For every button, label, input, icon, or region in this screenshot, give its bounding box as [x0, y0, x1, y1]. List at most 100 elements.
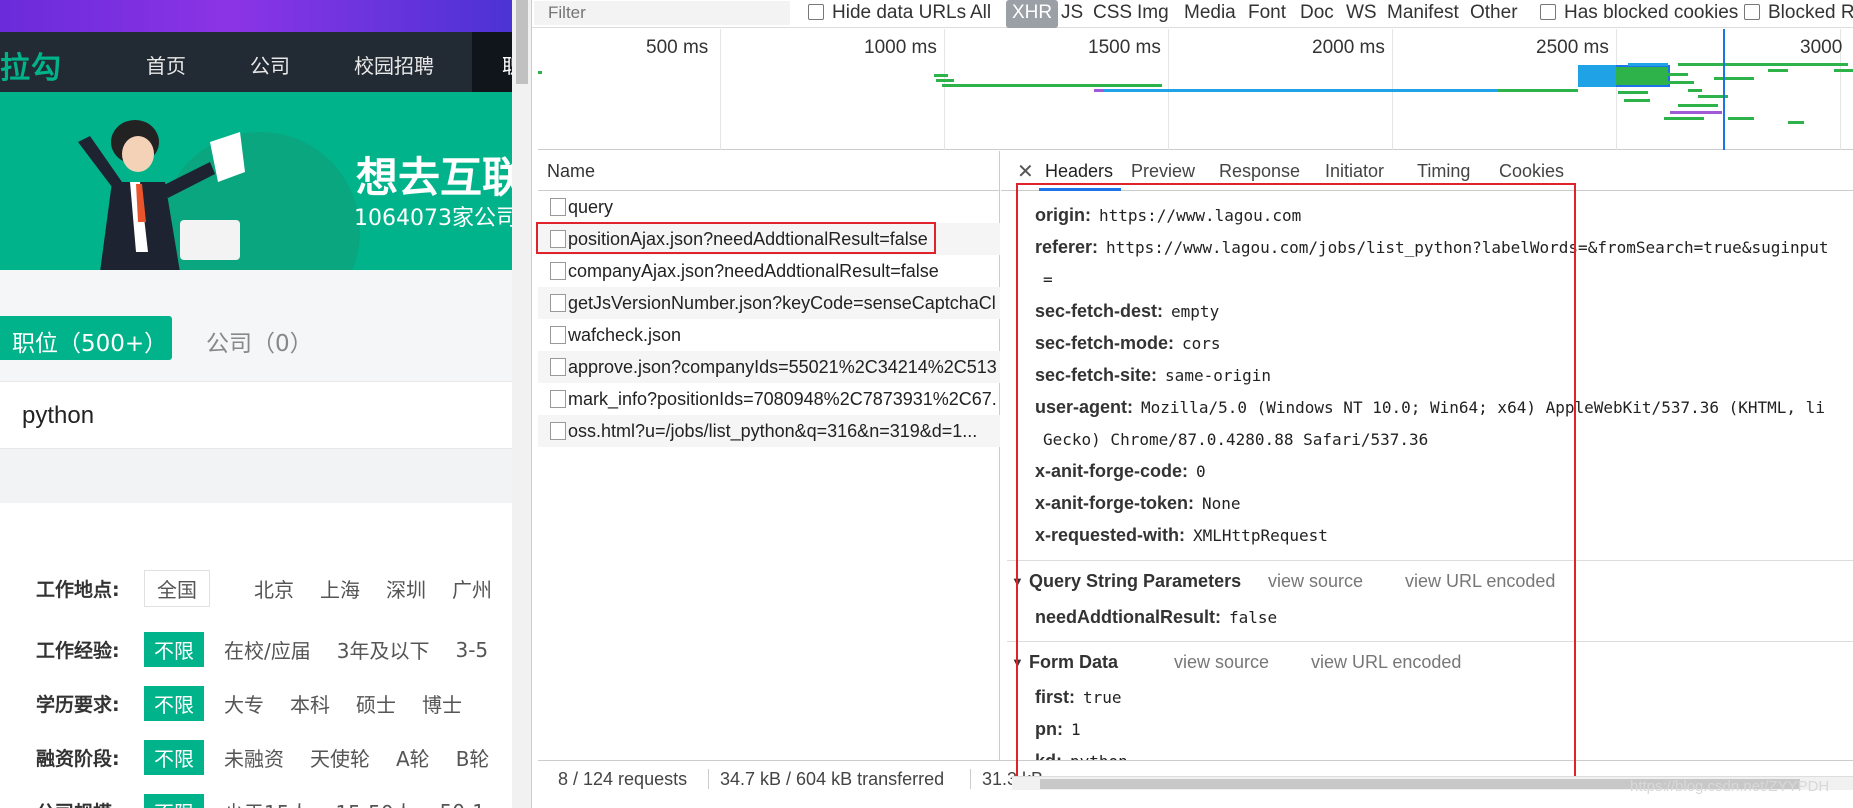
status-separator [708, 769, 709, 789]
tab-jobs[interactable]: 职位（500+） [0, 316, 172, 360]
name-column-header[interactable]: Name [538, 151, 1000, 191]
timeline-bar [1498, 89, 1578, 92]
timeline-bar [1628, 63, 1668, 66]
type-filter-xhr[interactable]: XHR [1006, 0, 1059, 28]
scrollbar-thumb[interactable] [516, 0, 528, 84]
filter-option[interactable]: 未融资 [224, 743, 284, 772]
promo-banner[interactable]: 想去互联 1064073家公司 [0, 92, 512, 270]
filter-option[interactable]: 大专 [224, 689, 264, 718]
tab-companies[interactable]: 公司（0） [206, 324, 313, 358]
filter-option[interactable]: 本科 [290, 689, 330, 718]
timeline-gridline [944, 29, 945, 150]
timeline-bar [1678, 63, 1848, 66]
filter-row-location: 工作地点: 全国 北京 上海 深圳 广州 [36, 570, 512, 607]
filter-option[interactable]: A轮 [396, 743, 430, 772]
timeline-bar [1670, 111, 1722, 114]
filter-option[interactable]: 3-5 [455, 638, 488, 662]
tab-response[interactable]: Response [1219, 161, 1300, 182]
filter-option[interactable]: 深圳 [386, 574, 426, 603]
transfer-size: 34.7 kB / 604 kB transferred [720, 769, 945, 789]
filter-option[interactable]: 15-50人 [335, 797, 413, 808]
type-filter-js[interactable]: JS [1061, 0, 1083, 28]
filter-option[interactable]: 50-1 [440, 800, 485, 808]
filter-option[interactable]: 不限 [144, 632, 204, 667]
filter-option[interactable]: 博士 [422, 689, 462, 718]
tab-preview[interactable]: Preview [1131, 161, 1195, 182]
type-filter-media[interactable]: Media [1184, 0, 1236, 28]
filter-input[interactable] [534, 1, 790, 25]
timeline-label: 2500 ms [1536, 37, 1609, 58]
filter-option[interactable]: 硕士 [356, 689, 396, 718]
type-filter-font[interactable]: Font [1248, 0, 1286, 28]
type-filter-manifest[interactable]: Manifest [1387, 0, 1459, 28]
request-row[interactable]: query [538, 191, 1000, 223]
close-icon[interactable]: ✕ [1017, 159, 1034, 184]
type-filter-other[interactable]: Other [1470, 0, 1518, 28]
site-logo[interactable]: 拉勾 [0, 43, 62, 87]
timeline-domcontentloaded-marker [1723, 29, 1725, 150]
request-row[interactable]: getJsVersionNumber.json?keyCode=senseCap… [538, 287, 1000, 319]
type-filter-img[interactable]: Img [1137, 0, 1169, 28]
filter-option[interactable]: B轮 [456, 743, 490, 772]
filter-option[interactable]: 3年及以下 [337, 635, 430, 664]
timeline-label: 2000 ms [1312, 37, 1385, 58]
file-icon [550, 326, 566, 344]
timeline-bar [1094, 89, 1104, 92]
request-row[interactable]: approve.json?companyIds=55021%2C34214%2C… [538, 351, 1000, 383]
file-icon [550, 294, 566, 312]
filter-option[interactable]: 广州 [452, 574, 492, 603]
tab-cookies[interactable]: Cookies [1499, 161, 1564, 182]
tab-headers[interactable]: Headers [1045, 161, 1113, 182]
timeline-bar [1714, 77, 1754, 80]
request-row[interactable]: oss.html?u=/jobs/list_python&q=316&n=319… [538, 415, 1000, 447]
tab-initiator[interactable]: Initiator [1325, 161, 1384, 182]
timeline-bar [1664, 117, 1704, 120]
request-row[interactable]: wafcheck.json [538, 319, 1000, 351]
filter-option[interactable]: 天使轮 [310, 743, 370, 772]
banner-subtitle: 1064073家公司 [354, 206, 512, 231]
timeline-bar [1768, 69, 1788, 72]
filter-option[interactable]: 北京 [254, 574, 294, 603]
filter-option[interactable]: 少于15人 [224, 797, 309, 808]
timeline-bar [1618, 91, 1648, 94]
network-timeline[interactable]: 500 ms 1000 ms 1500 ms 2000 ms 2500 ms 3… [538, 29, 1853, 150]
filter-option[interactable]: 全国 [144, 570, 210, 607]
page-scrollbar[interactable] [512, 0, 532, 808]
filter-row-experience: 工作经验: 不限 在校/应届 3年及以下 3-5 [36, 632, 512, 668]
checkbox-icon [808, 4, 824, 20]
filter-option[interactable]: 不限 [144, 740, 204, 775]
gray-band [0, 449, 512, 503]
file-icon [550, 262, 566, 280]
tab-timing[interactable]: Timing [1417, 161, 1470, 182]
banner-title: 想去互联 [356, 153, 512, 202]
nav-companies[interactable]: 公司 [250, 50, 290, 79]
nav-campus[interactable]: 校园招聘 [354, 50, 434, 79]
hide-data-urls-checkbox[interactable]: Hide data URLs [808, 0, 966, 28]
timeline-bar [538, 71, 542, 74]
blocked-cookies-checkbox[interactable]: Has blocked cookies [1540, 0, 1738, 28]
top-banner-strip [0, 0, 512, 32]
timeline-bar [1654, 81, 1694, 84]
timeline-label: 3000 [1800, 37, 1843, 58]
timeline-bar [1624, 99, 1650, 102]
banner-illustration [78, 120, 245, 270]
filter-row-size: 公司规模:不限少于15人15-50人50-1 [36, 794, 511, 808]
filter-row-funding: 融资阶段: 不限 未融资 天使轮 A轮 B轮 [36, 740, 512, 776]
filter-option[interactable]: 不限 [144, 686, 204, 721]
nav-home[interactable]: 首页 [146, 50, 186, 79]
request-row[interactable]: mark_info?positionIds=7080948%2C7873931%… [538, 383, 1000, 415]
webpage-pane: 拉勾 首页 公司 校园招聘 职 想去互联 1064073家公司 职位（500+）… [0, 0, 512, 808]
filter-option[interactable]: 在校/应届 [224, 635, 311, 664]
filter-option[interactable]: 不限 [144, 794, 204, 808]
type-filter-css[interactable]: CSS [1093, 0, 1132, 28]
type-filter-all[interactable]: All [970, 0, 991, 28]
search-box[interactable]: python [0, 381, 512, 449]
type-filter-ws[interactable]: WS [1346, 0, 1377, 28]
nav-jobs-active[interactable]: 职 [472, 32, 512, 92]
blocked-requests-checkbox[interactable]: Blocked Re [1744, 0, 1853, 28]
timeline-label: 1000 ms [864, 37, 937, 58]
status-separator [970, 769, 971, 789]
type-filter-doc[interactable]: Doc [1300, 0, 1334, 28]
request-row[interactable]: companyAjax.json?needAddtionalResult=fal… [538, 255, 1000, 287]
filter-option[interactable]: 上海 [320, 574, 360, 603]
